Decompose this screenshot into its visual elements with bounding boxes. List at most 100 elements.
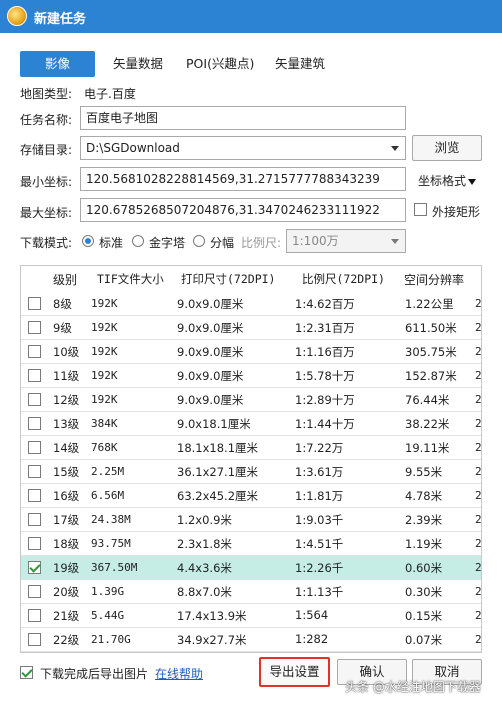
table-row[interactable]: 17级 24.38M 1.2x0.9米 1:9.03千 2.39米 2 xyxy=(21,508,481,532)
online-help-link[interactable]: 在线帮助 xyxy=(155,665,203,682)
tab-vector-data[interactable]: 矢量数据 xyxy=(113,51,163,77)
cell-size: 192K xyxy=(91,393,118,406)
scale-value: 1:100万 xyxy=(292,234,339,248)
mode-sheet-radio[interactable] xyxy=(193,235,205,247)
tab-poi[interactable]: POI(兴趣点) xyxy=(186,51,254,77)
table-row[interactable]: 10级 192K 9.0x9.0厘米 1:1.16百万 305.75米 2 xyxy=(21,340,482,364)
cell-level: 12级 xyxy=(53,393,80,407)
cell-level: 19级 xyxy=(53,561,80,575)
mode-standard-radio[interactable] xyxy=(82,235,94,247)
storage-dir-label: 存储目录: xyxy=(20,143,73,157)
table-row[interactable]: 11级 192K 9.0x9.0厘米 1:5.78十万 152.87米 2 xyxy=(21,364,482,388)
cell-resolution: 9.55米 xyxy=(405,465,443,479)
cell-resolution: 38.22米 xyxy=(405,417,450,431)
tab-imagery[interactable]: 影像 xyxy=(20,51,95,77)
cell-overflow: 2 xyxy=(475,393,482,406)
cell-print-size: 9.0x9.0厘米 xyxy=(177,321,244,335)
cell-overflow: 2 xyxy=(475,585,482,598)
row-checkbox[interactable] xyxy=(28,537,41,550)
cell-resolution: 19.11米 xyxy=(405,441,450,455)
cell-size: 24.38M xyxy=(91,513,131,526)
coord-format-dropdown[interactable]: 坐标格式 xyxy=(418,172,477,189)
row-checkbox[interactable] xyxy=(28,297,41,310)
cell-print-size: 17.4x13.9米 xyxy=(177,609,247,623)
cell-resolution: 0.07米 xyxy=(405,633,443,647)
browse-button[interactable]: 浏览 xyxy=(412,135,482,161)
table-row[interactable]: 8级 192K 9.0x9.0厘米 1:4.62百万 1.22公里 2 xyxy=(21,292,482,316)
row-checkbox[interactable] xyxy=(28,585,41,598)
cell-overflow: 2 xyxy=(475,609,482,622)
scale-label: 比例尺: xyxy=(241,236,282,250)
cell-resolution: 0.15米 xyxy=(405,609,443,623)
table-row[interactable]: 13级 384K 9.0x18.1厘米 1:1.44十万 38.22米 2 xyxy=(21,412,481,436)
mode-standard-label: 标准 xyxy=(99,236,124,250)
table-row[interactable]: 16级 6.56M 63.2x45.2厘米 1:1.81万 4.78米 2 xyxy=(21,484,481,508)
storage-dir-select[interactable]: D:\SGDownload xyxy=(80,136,406,160)
cell-size: 93.75M xyxy=(91,537,131,550)
cell-resolution: 0.30米 xyxy=(405,585,443,599)
min-coord-input[interactable]: 120.5681028228814569,31.2715777788343239 xyxy=(80,167,406,191)
table-row[interactable]: 19级 367.50M 4.4x3.6米 1:2.26千 0.60米 2 xyxy=(21,556,481,580)
cell-level: 9级 xyxy=(53,321,72,335)
tab-vector-buildings[interactable]: 矢量建筑 xyxy=(275,51,325,77)
cell-level: 14级 xyxy=(53,441,80,455)
row-checkbox[interactable] xyxy=(28,489,41,502)
row-checkbox[interactable] xyxy=(28,417,41,430)
table-row[interactable]: 9级 192K 9.0x9.0厘米 1:2.31百万 611.50米 2 xyxy=(21,316,481,340)
cell-overflow: 2 xyxy=(475,297,482,310)
cell-level: 10级 xyxy=(53,345,80,359)
app-logo-icon xyxy=(7,6,27,26)
table-row[interactable]: 20级 1.39G 8.8x7.0米 1:1.13千 0.30米 2 xyxy=(21,580,482,604)
col-size-header: TIF文件大小 xyxy=(97,272,164,286)
row-checkbox[interactable] xyxy=(28,345,41,358)
cell-scale: 1:4.51千 xyxy=(295,537,344,551)
row-checkbox[interactable] xyxy=(28,393,41,406)
table-row[interactable]: 14级 768K 18.1x18.1厘米 1:7.22万 19.11米 2 xyxy=(21,436,481,460)
max-coord-input[interactable]: 120.6785268507204876,31.3470246233111922 xyxy=(80,198,406,222)
scale-select[interactable]: 1:100万 xyxy=(286,229,406,253)
cell-overflow: 2 xyxy=(475,345,482,358)
cell-size: 768K xyxy=(91,441,118,454)
col-print-header: 打印尺寸(72DPI) xyxy=(181,272,276,286)
cell-size: 192K xyxy=(91,297,118,310)
cell-print-size: 8.8x7.0米 xyxy=(177,585,232,599)
map-type-value: 电子.百度 xyxy=(84,87,136,101)
cell-scale: 1:9.03千 xyxy=(295,513,344,527)
cell-overflow: 2 xyxy=(475,465,482,478)
table-row[interactable]: 18级 93.75M 2.3x1.8米 1:4.51千 1.19米 2 xyxy=(21,532,481,556)
export-after-checkbox[interactable] xyxy=(20,666,33,679)
table-header: 级别 TIF文件大小 打印尺寸(72DPI) 比例尺(72DPI) 空间分辨率 xyxy=(21,266,481,292)
row-checkbox[interactable] xyxy=(28,513,41,526)
cell-size: 5.44G xyxy=(91,609,125,622)
cell-scale: 1:1.81万 xyxy=(295,489,344,503)
row-checkbox[interactable] xyxy=(28,465,41,478)
cell-print-size: 9.0x9.0厘米 xyxy=(177,393,244,407)
row-checkbox[interactable] xyxy=(28,633,41,646)
cell-scale: 1:2.89十万 xyxy=(295,393,355,407)
row-checkbox[interactable] xyxy=(28,321,41,334)
cell-size: 6.56M xyxy=(91,489,125,502)
row-checkbox[interactable] xyxy=(28,609,41,622)
cell-overflow: 2 xyxy=(475,369,482,382)
cell-level: 15级 xyxy=(53,465,80,479)
cell-level: 16级 xyxy=(53,489,80,503)
table-row[interactable]: 15级 2.25M 36.1x27.1厘米 1:3.61万 9.55米 2 xyxy=(21,460,482,484)
table-row[interactable]: 22级 21.70G 34.9x27.7米 1:282 0.07米 2 xyxy=(21,628,481,652)
table-row[interactable]: 12级 192K 9.0x9.0厘米 1:2.89十万 76.44米 2 xyxy=(21,388,482,412)
col-scale-header: 比例尺(72DPI) xyxy=(302,272,385,286)
export-settings-button[interactable]: 导出设置 xyxy=(259,657,330,687)
cell-size: 1.39G xyxy=(91,585,125,598)
cell-size: 21.70G xyxy=(91,633,131,646)
outer-rect-checkbox[interactable] xyxy=(414,203,427,216)
title-bar: 新建任务 xyxy=(0,0,502,33)
row-checkbox[interactable] xyxy=(28,441,41,454)
cell-print-size: 9.0x9.0厘米 xyxy=(177,297,244,311)
coord-format-label: 坐标格式 xyxy=(418,174,467,188)
row-checkbox[interactable] xyxy=(28,369,41,382)
table-row[interactable]: 21级 5.44G 17.4x13.9米 1:564 0.15米 2 xyxy=(21,604,482,628)
task-name-input[interactable]: 百度电子地图 xyxy=(80,106,406,130)
cell-resolution: 1.22公里 xyxy=(405,297,454,311)
cell-print-size: 18.1x18.1厘米 xyxy=(177,441,259,455)
mode-pyramid-radio[interactable] xyxy=(132,235,144,247)
row-checkbox[interactable] xyxy=(28,561,41,574)
